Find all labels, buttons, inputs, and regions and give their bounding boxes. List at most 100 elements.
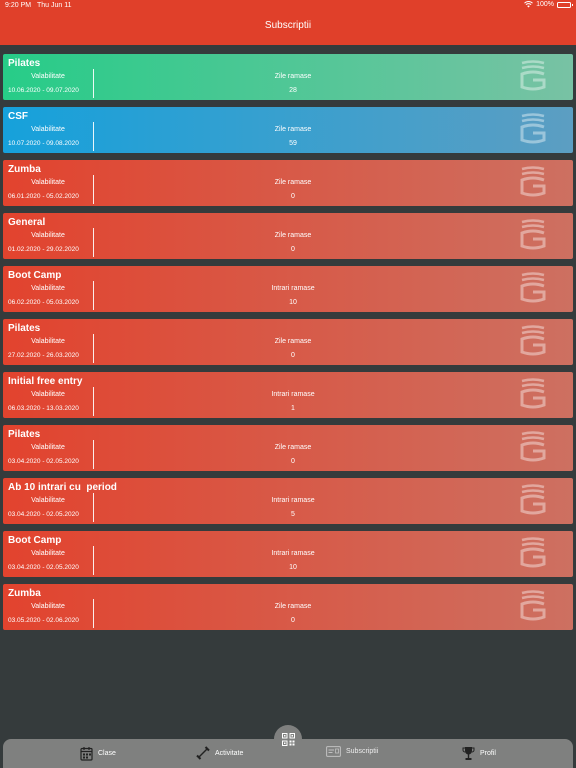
subscription-card[interactable]: Zumba Valabilitate 03.05.2020 - 02.06.2020… bbox=[3, 584, 573, 630]
gym-logo-icon bbox=[520, 484, 546, 515]
subscription-card[interactable]: Pilates Valabilitate 03.04.2020 - 02.05.20… bbox=[3, 425, 573, 471]
tab-profil[interactable]: Profil bbox=[462, 746, 496, 761]
card-icon bbox=[326, 746, 341, 757]
remaining-value: 28 bbox=[289, 87, 297, 94]
remaining-value: 10 bbox=[289, 564, 297, 571]
gym-logo-icon bbox=[520, 272, 546, 303]
subscription-card[interactable]: General Valabilitate 01.02.2020 - 29.02.20… bbox=[3, 213, 573, 259]
subscription-card[interactable]: Pilates Valabilitate 27.02.2020 - 26.03.20… bbox=[3, 319, 573, 365]
validity-label: Valabilitate bbox=[31, 126, 65, 133]
subscription-name: Pilates bbox=[8, 323, 41, 334]
gym-logo-icon bbox=[520, 431, 546, 462]
subscription-card[interactable]: Boot Camp Valabilitate 06.02.2020 - 05.03.… bbox=[3, 266, 573, 312]
card-divider bbox=[93, 228, 94, 257]
validity-label: Valabilitate bbox=[31, 285, 65, 292]
remaining-value: 10 bbox=[289, 299, 297, 306]
remaining-label: Intrari ramase bbox=[271, 391, 315, 398]
subscription-name: Boot Camp bbox=[8, 535, 62, 546]
gym-logo-icon bbox=[520, 590, 546, 621]
card-divider bbox=[93, 69, 94, 98]
tab-activitate[interactable]: Activitate bbox=[196, 746, 243, 760]
subscription-list: Pilates Valabilitate 10.06.2020 - 09.07.20… bbox=[3, 54, 573, 637]
subscription-card[interactable]: Zumba Valabilitate 06.01.2020 - 05.02.2020… bbox=[3, 160, 573, 206]
card-divider bbox=[93, 175, 94, 204]
validity-label: Valabilitate bbox=[31, 179, 65, 186]
remaining-value: 0 bbox=[291, 617, 295, 624]
tab-clase[interactable]: Clase bbox=[80, 746, 116, 761]
page-title: Subscriptii bbox=[264, 20, 312, 31]
remaining-label: Zile ramase bbox=[274, 73, 312, 80]
battery-icon bbox=[557, 1, 573, 8]
subscription-card[interactable]: CSF Valabilitate 10.07.2020 - 09.08.2020 Zi… bbox=[3, 107, 573, 153]
card-divider bbox=[93, 440, 94, 469]
subscription-name: Boot Camp bbox=[8, 270, 62, 281]
remaining-label: Zile ramase bbox=[274, 444, 312, 451]
validity-range: 27.02.2020 - 26.03.2020 bbox=[8, 352, 79, 359]
validity-range: 06.01.2020 - 05.02.2020 bbox=[8, 193, 79, 200]
remaining-value: 0 bbox=[291, 352, 295, 359]
gym-logo-icon bbox=[520, 166, 546, 197]
card-divider bbox=[93, 493, 94, 522]
remaining-label: Zile ramase bbox=[274, 338, 312, 345]
validity-range: 03.04.2020 - 02.05.2020 bbox=[8, 564, 79, 571]
trophy-icon bbox=[462, 747, 475, 760]
status-time: 9:20 PM bbox=[5, 2, 32, 9]
card-divider bbox=[93, 387, 94, 416]
remaining-value: 1 bbox=[291, 405, 295, 412]
validity-range: 10.07.2020 - 09.08.2020 bbox=[8, 140, 79, 147]
remaining-label: Zile ramase bbox=[274, 603, 312, 610]
remaining-value: 5 bbox=[291, 511, 295, 518]
remaining-label: Zile ramase bbox=[274, 232, 312, 239]
gym-logo-icon bbox=[520, 113, 546, 144]
qr-code-icon bbox=[281, 732, 295, 746]
qr-button[interactable] bbox=[274, 725, 302, 753]
gym-logo-icon bbox=[520, 378, 546, 409]
validity-range: 06.02.2020 - 05.03.2020 bbox=[8, 299, 79, 306]
status-date: Thu Jun 11 bbox=[37, 2, 72, 9]
gym-logo-icon bbox=[520, 537, 546, 568]
validity-label: Valabilitate bbox=[31, 338, 65, 345]
tab-subscriptii[interactable]: Subscriptii bbox=[326, 746, 378, 757]
remaining-label: Intrari ramase bbox=[271, 550, 315, 557]
validity-label: Valabilitate bbox=[31, 444, 65, 451]
validity-range: 03.04.2020 - 02.05.2020 bbox=[8, 458, 79, 465]
tab-clase-label: Clase bbox=[98, 750, 116, 757]
subscription-card[interactable]: Boot Camp Valabilitate 03.04.2020 - 02.05.… bbox=[3, 531, 573, 577]
remaining-value: 0 bbox=[291, 458, 295, 465]
validity-range: 01.02.2020 - 29.02.2020 bbox=[8, 246, 79, 253]
subscription-card[interactable]: Ab 10 intrari cu period Valabilitate 03.04… bbox=[3, 478, 573, 524]
remaining-value: 59 bbox=[289, 140, 297, 147]
validity-label: Valabilitate bbox=[31, 73, 65, 80]
remaining-value: 0 bbox=[291, 193, 295, 200]
gym-logo-icon bbox=[520, 325, 546, 356]
subscription-card[interactable]: Initial free entry Valabilitate 06.03.2020… bbox=[3, 372, 573, 418]
validity-range: 06.03.2020 - 13.03.2020 bbox=[8, 405, 79, 412]
remaining-label: Zile ramase bbox=[274, 179, 312, 186]
card-divider bbox=[93, 334, 94, 363]
subscription-name: Pilates bbox=[8, 58, 41, 69]
battery-percent: 100% bbox=[536, 1, 554, 8]
validity-label: Valabilitate bbox=[31, 391, 65, 398]
remaining-value: 0 bbox=[291, 246, 295, 253]
subscription-name: Pilates bbox=[8, 429, 41, 440]
calendar-icon bbox=[80, 747, 93, 761]
validity-label: Valabilitate bbox=[31, 497, 65, 504]
gym-logo-icon bbox=[520, 219, 546, 250]
card-divider bbox=[93, 546, 94, 575]
validity-label: Valabilitate bbox=[31, 232, 65, 239]
validity-range: 03.04.2020 - 02.05.2020 bbox=[8, 511, 79, 518]
remaining-label: Intrari ramase bbox=[271, 497, 315, 504]
validity-label: Valabilitate bbox=[31, 550, 65, 557]
validity-label: Valabilitate bbox=[31, 603, 65, 610]
card-divider bbox=[93, 122, 94, 151]
subscription-card[interactable]: Pilates Valabilitate 10.06.2020 - 09.07.20… bbox=[3, 54, 573, 100]
subscription-name: Zumba bbox=[8, 164, 41, 175]
tab-subscriptii-label: Subscriptii bbox=[346, 748, 379, 755]
card-divider bbox=[93, 599, 94, 628]
status-bar: 9:20 PM Thu Jun 11 100% bbox=[0, 0, 576, 12]
subscription-name: Initial free entry bbox=[8, 376, 83, 387]
tab-activitate-label: Activitate bbox=[215, 749, 244, 757]
status-right: 100% bbox=[524, 1, 573, 8]
app-header: 9:20 PM Thu Jun 11 100% Subscriptii bbox=[0, 0, 576, 45]
remaining-label: Zile ramase bbox=[274, 126, 312, 133]
